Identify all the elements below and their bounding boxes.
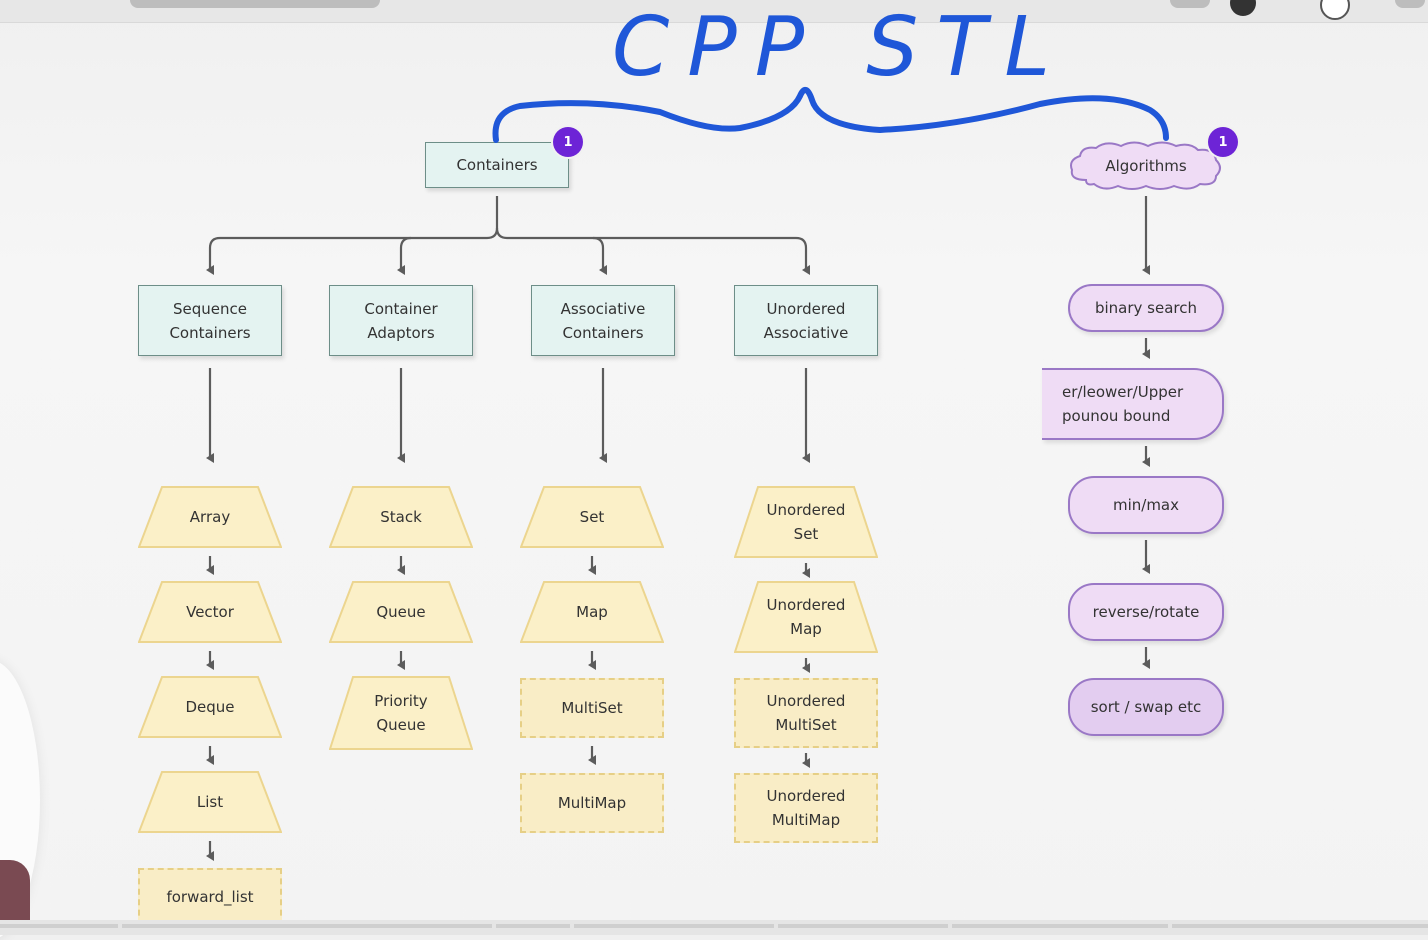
progress-segment bbox=[122, 924, 492, 928]
progress-segment bbox=[778, 924, 948, 928]
handwritten-annotation: CPP STL bbox=[492, 0, 1169, 143]
progress-segment bbox=[0, 924, 118, 928]
handwritten-brace bbox=[492, 87, 1169, 143]
video-progress-bar[interactable] bbox=[0, 920, 1428, 935]
progress-segment bbox=[496, 924, 570, 928]
handwritten-title: CPP STL bbox=[612, 0, 1068, 95]
progress-segment bbox=[574, 924, 774, 928]
progress-segment bbox=[1172, 924, 1428, 928]
progress-segment bbox=[952, 924, 1168, 928]
